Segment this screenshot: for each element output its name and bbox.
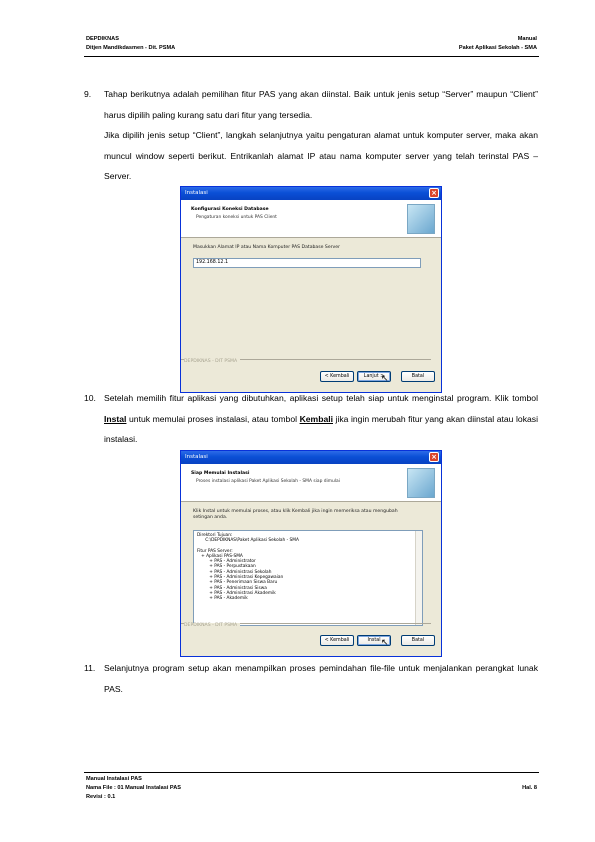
page-footer: Manual Instalasi PAS Nama File : 01 Manu… xyxy=(84,772,539,800)
step-paragraph: Selanjutnya program setup akan menampilk… xyxy=(104,663,538,694)
header-left: DEPDIKNAS Ditjen Mandikdasmen - Dit. PSM… xyxy=(86,35,175,53)
header-doc-title: Paket Aplikasi Sekolah - SMA xyxy=(458,45,537,51)
step-paragraph: Tahap berikutnya adalah pemilihan fitur … xyxy=(104,89,538,120)
dialog-titlebar[interactable]: Instalasi × xyxy=(181,451,441,464)
dialog-prompt: Masukkan Alamat IP atau Nama Komputer PA… xyxy=(193,245,340,250)
cancel-button[interactable]: Batal xyxy=(401,635,435,646)
installer-logo-icon xyxy=(407,204,435,234)
header-right: Manual Paket Aplikasi Sekolah - SMA xyxy=(459,35,537,53)
back-button[interactable]: < Kembali xyxy=(320,635,354,646)
dialog-title: Instalasi xyxy=(185,454,208,460)
mouse-cursor-icon: ↖ xyxy=(381,638,389,648)
header-doc-type: Manual xyxy=(517,36,537,42)
dialog-header: Siap Memulai Instalasi Proses instalasi … xyxy=(181,464,441,502)
close-icon[interactable]: × xyxy=(429,188,439,198)
header-org: DEPDIKNAS xyxy=(86,36,119,42)
dialog-subheading: Pengaturan koneksi untuk PAS Client xyxy=(196,215,277,220)
footer-left: Manual Instalasi PAS Nama File : 01 Manu… xyxy=(86,775,181,802)
step-text: untuk memulai proses instalasi, atau tom… xyxy=(126,413,300,424)
footer-revision: Revisi : 0.1 xyxy=(86,794,116,800)
footer-doc-title: Manual Instalasi PAS xyxy=(86,776,142,782)
dialog-header: Konfigurasi Koneksi Database Pengaturan … xyxy=(181,200,441,238)
dialog-title: Instalasi xyxy=(185,190,208,196)
step-11: 11. Selanjutnya program setup akan menam… xyxy=(84,658,538,699)
dialog-brand: DEPDIKNAS - DIT PSMA xyxy=(184,623,241,628)
step-10: 10. Setelah memilih fitur aplikasi yang … xyxy=(84,388,538,450)
step-text: Setelah memilih fitur aplikasi yang dibu… xyxy=(104,393,538,403)
installer-logo-icon xyxy=(407,468,435,498)
dialog-titlebar[interactable]: Instalasi × xyxy=(181,187,441,200)
kembali-keyword: Kembali xyxy=(299,413,333,424)
install-dialog-ready: Instalasi × Siap Memulai Instalasi Prose… xyxy=(180,450,442,657)
page-header: DEPDIKNAS Ditjen Mandikdasmen - Dit. PSM… xyxy=(84,35,539,57)
step-9: 9. Tahap berikutnya adalah pemilihan fit… xyxy=(84,84,538,187)
step-number: 10. xyxy=(84,393,96,403)
dialog-brand: DEPDIKNAS - DIT PSMA xyxy=(184,359,241,364)
dialog-heading: Siap Memulai Instalasi xyxy=(191,471,250,476)
dialog-subheading: Proses instalasi aplikasi Paket Aplikasi… xyxy=(196,479,340,484)
footer-file-name: Nama File : 01 Manual Instalasi PAS xyxy=(86,785,182,791)
mouse-cursor-icon: ↖ xyxy=(381,374,389,384)
instal-keyword: Instal xyxy=(104,413,127,424)
step-paragraph: Setelah memilih fitur aplikasi yang dibu… xyxy=(104,388,538,450)
cancel-button[interactable]: Batal xyxy=(401,371,435,382)
back-button[interactable]: < Kembali xyxy=(320,371,354,382)
server-ip-input[interactable]: 192.168.12.1 xyxy=(193,258,421,268)
scrollbar[interactable] xyxy=(415,531,422,625)
summary-line: + PAS - Akademik xyxy=(197,596,248,602)
dialog-prompt: Klik Instal untuk memulai proses, atau k… xyxy=(193,509,398,520)
step-number: 9. xyxy=(84,89,92,99)
step-number: 11. xyxy=(84,663,96,673)
dialog-heading: Konfigurasi Koneksi Database xyxy=(191,207,269,212)
install-summary-list[interactable]: Direktori Tujuan: C:\DEPDIKNAS\Paket Apl… xyxy=(193,530,423,626)
header-dept: Ditjen Mandikdasmen - Dit. PSMA xyxy=(86,45,176,51)
close-icon[interactable]: × xyxy=(429,452,439,462)
footer-page-number: Hal. 8 xyxy=(522,785,537,791)
install-dialog-database: Instalasi × Konfigurasi Koneksi Database… xyxy=(180,186,442,393)
step-paragraph: Jika dipilih jenis setup “Client”, langk… xyxy=(104,130,538,181)
